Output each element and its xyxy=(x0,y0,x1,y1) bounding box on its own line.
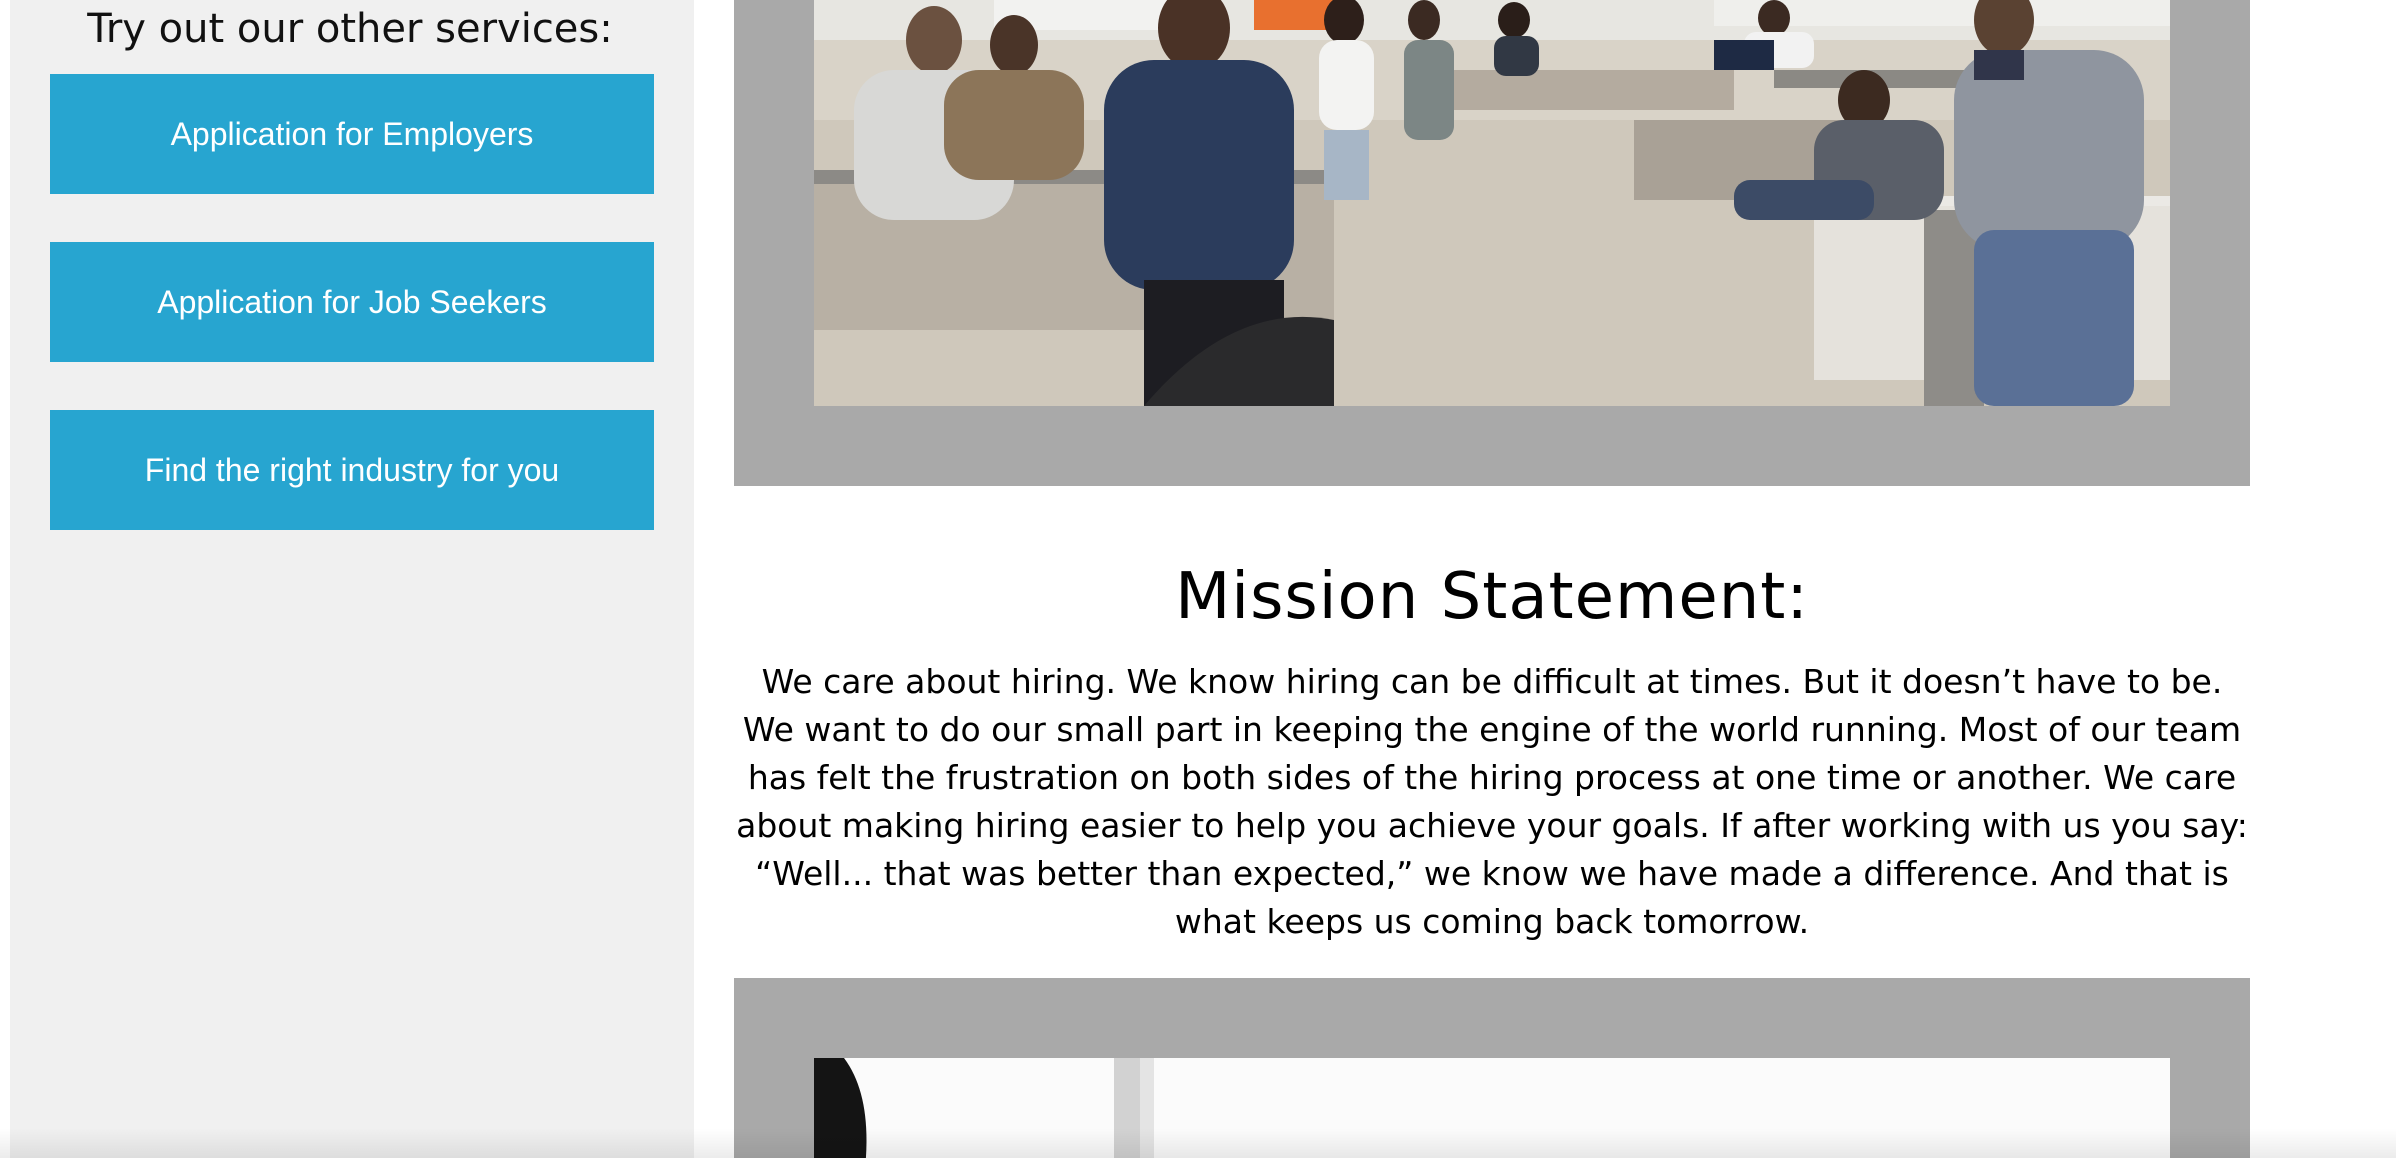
services-heading: Try out our other services: xyxy=(87,6,613,52)
services-sidebar: Try out our other services: Application … xyxy=(10,0,694,1158)
mission-statement-text: We care about hiring. We know hiring can… xyxy=(736,662,2248,941)
job-seekers-application-button[interactable]: Application for Job Seekers xyxy=(50,242,654,362)
second-photo xyxy=(814,1058,2170,1158)
find-industry-button[interactable]: Find the right industry for you xyxy=(50,410,654,530)
office-team-photo xyxy=(814,0,2170,406)
office-photo-frame xyxy=(734,0,2250,486)
page: Try out our other services: Application … xyxy=(0,0,2396,1158)
employers-application-button[interactable]: Application for Employers xyxy=(50,74,654,194)
page-edge xyxy=(0,0,10,1158)
mission-statement-title: Mission Statement: xyxy=(1175,560,1809,634)
second-photo-frame xyxy=(734,978,2250,1158)
